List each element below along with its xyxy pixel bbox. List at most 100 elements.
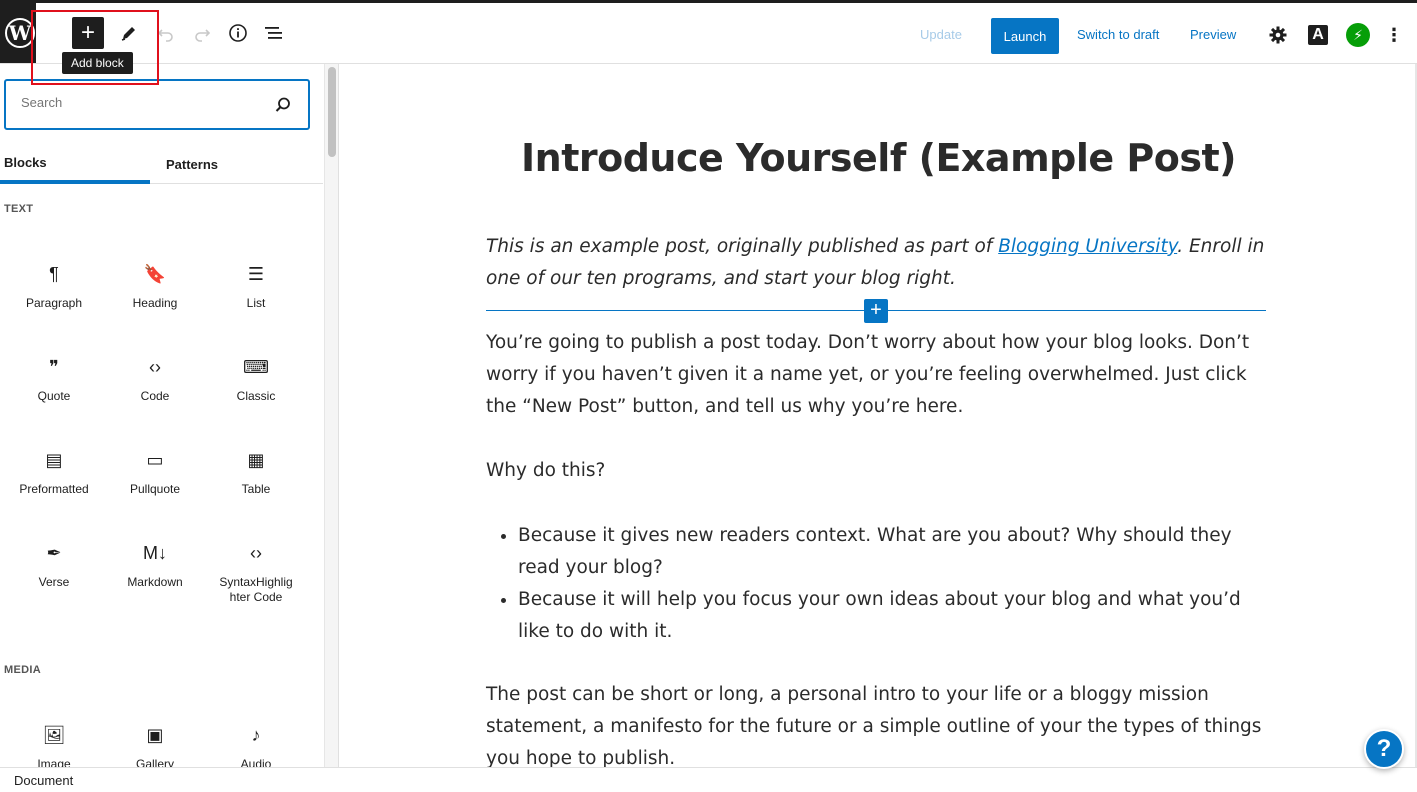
block-item-paragraph[interactable]: ¶ Paragraph [4, 254, 104, 334]
code-icon: ‹› [149, 356, 161, 377]
block-item-table[interactable]: ▦ Table [206, 440, 306, 520]
redo-button[interactable] [186, 17, 218, 49]
block-item-heading[interactable]: 🔖 Heading [105, 254, 205, 334]
block-item-classic[interactable]: ⌨ Classic [206, 347, 306, 427]
list-icon: ☰ [247, 263, 265, 284]
gear-icon [1269, 26, 1287, 44]
table-icon: ▦ [247, 449, 265, 470]
block-item-label: Quote [37, 389, 71, 403]
update-button[interactable]: Update [920, 27, 962, 42]
block-item-gallery[interactable]: ▣ Gallery [105, 715, 205, 768]
sidebar-scrollbar-thumb[interactable] [328, 67, 336, 157]
block-item-label: Image [37, 757, 71, 767]
section-title-text: TEXT [4, 203, 34, 215]
block-item-label: Heading [132, 296, 178, 310]
verse-icon: ✒ [46, 542, 62, 563]
block-item-markdown[interactable]: M↓ Markdown [105, 533, 205, 613]
tab-patterns[interactable]: Patterns [166, 144, 286, 184]
inline-add-block-button[interactable]: + [864, 299, 888, 323]
list-view-icon [265, 27, 282, 39]
block-item-audio[interactable]: ♪ Audio [206, 715, 306, 768]
switch-to-draft-button[interactable]: Switch to draft [1077, 27, 1159, 42]
tab-blocks[interactable]: Blocks [0, 144, 150, 184]
add-block-button[interactable]: + [72, 17, 104, 49]
block-item-label: SyntaxHighlig hter Code [219, 575, 293, 604]
redo-icon [195, 29, 211, 42]
help-question-icon: ? [1376, 735, 1392, 762]
block-item-image[interactable]: 🖼 Image [4, 715, 104, 768]
block-item-quote[interactable]: ❞ Quote [4, 347, 104, 427]
help-button[interactable]: ? [1364, 729, 1404, 769]
wordpress-logo-icon[interactable]: W [0, 3, 36, 63]
block-item-preformatted[interactable]: ▤ Preformatted [4, 440, 104, 520]
paragraph-block[interactable]: Why do this? [486, 455, 1271, 487]
search-icon [275, 97, 290, 112]
quote-icon: ❞ [49, 356, 59, 377]
pencil-icon [121, 27, 135, 41]
block-item-label: Audio [240, 757, 272, 767]
block-item-label: Code [140, 389, 170, 403]
paragraph-icon: ¶ [49, 263, 59, 284]
block-item-label: Markdown [127, 575, 183, 589]
block-item-verse[interactable]: ✒ Verse [4, 533, 104, 613]
block-item-label: Gallery [135, 757, 174, 767]
jetpack-bolt-icon: ⚡ [1346, 23, 1370, 47]
block-item-label: Table [241, 482, 271, 496]
launch-button[interactable]: Launch [991, 18, 1059, 54]
details-button[interactable] [222, 17, 254, 49]
preformatted-icon: ▤ [45, 449, 63, 470]
block-inserter-panel: Blocks Patterns TEXT ¶ Paragraph 🔖 Heading ☰… [0, 64, 339, 767]
block-item-label: Preformatted [19, 482, 89, 496]
gallery-icon: ▣ [146, 724, 164, 745]
vertical-ellipsis-icon: ⋮ [1385, 24, 1403, 45]
jetpack-button[interactable]: ⚡ [1346, 23, 1370, 47]
inserter-tabs: Blocks Patterns [0, 144, 323, 184]
block-breadcrumb-bar: Document [0, 767, 1417, 792]
plus-icon: + [870, 299, 882, 321]
block-search-input[interactable] [21, 95, 261, 110]
global-styles-button[interactable]: A [1306, 23, 1330, 47]
list-view-button[interactable] [258, 17, 290, 49]
block-item-label: List [246, 296, 266, 310]
image-icon: 🖼 [42, 724, 66, 745]
list-item[interactable]: Because it gives new readers context. Wh… [518, 520, 1278, 584]
pullquote-icon: ▭ [146, 449, 164, 470]
block-item-list[interactable]: ☰ List [206, 254, 306, 334]
audio-icon: ♪ [251, 724, 261, 745]
undo-button[interactable] [150, 17, 182, 49]
block-item-label: Pullquote [129, 482, 181, 496]
edit-tool-button[interactable] [113, 17, 145, 49]
typography-a-icon: A [1308, 25, 1328, 45]
breadcrumb-document[interactable]: Document [14, 773, 73, 788]
paragraph-block[interactable]: The post can be short or long, a persona… [486, 679, 1271, 767]
block-search[interactable] [4, 79, 310, 130]
more-options-button[interactable]: ⋮ [1382, 23, 1406, 47]
section-title-media: MEDIA [4, 664, 41, 676]
editor-header: W + Add block Update Launch Switch to dr… [0, 0, 1417, 85]
paragraph-block[interactable]: You’re going to publish a post today. Do… [486, 327, 1271, 423]
post-title[interactable]: Introduce Yourself (Example Post) [340, 136, 1417, 180]
plus-icon: + [80, 19, 95, 46]
block-item-syntaxhighlighter-code[interactable]: ‹› SyntaxHighlig hter Code [206, 533, 306, 613]
heading-icon: 🔖 [143, 263, 167, 284]
syntax-code-icon: ‹› [250, 542, 262, 563]
undo-icon [157, 29, 173, 42]
add-block-tooltip: Add block [62, 52, 133, 74]
list-item[interactable]: Because it will help you focus your own … [518, 584, 1278, 648]
preview-button[interactable]: Preview [1190, 27, 1236, 42]
block-item-label: Paragraph [25, 296, 83, 310]
block-item-code[interactable]: ‹› Code [105, 347, 205, 427]
sidebar-scrollbar[interactable] [324, 64, 338, 767]
block-item-label: Verse [38, 575, 70, 589]
info-icon [229, 24, 247, 42]
keyboard-icon: ⌨ [243, 356, 269, 377]
settings-button[interactable] [1266, 23, 1290, 47]
intro-paragraph[interactable]: This is an example post, originally publ… [486, 231, 1271, 295]
editor-canvas: Introduce Yourself (Example Post) This i… [340, 64, 1417, 767]
blogging-university-link[interactable]: Blogging University [998, 236, 1177, 257]
block-item-pullquote[interactable]: ▭ Pullquote [105, 440, 205, 520]
block-item-label: Classic [236, 389, 276, 403]
list-block[interactable]: Because it gives new readers context. Wh… [518, 520, 1278, 648]
markdown-icon: M↓ [143, 542, 167, 563]
intro-text-start: This is an example post, originally publ… [486, 236, 999, 257]
